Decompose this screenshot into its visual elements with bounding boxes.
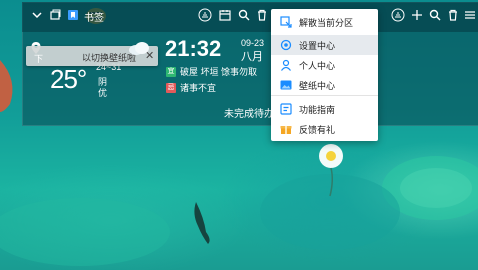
dark-fish	[194, 202, 210, 244]
air-quality: 优	[98, 88, 108, 98]
good-badge: 宜	[166, 66, 176, 77]
menu-item-dissolve[interactable]: 解散当前分区	[271, 12, 378, 32]
menu-divider	[271, 95, 378, 96]
trash-icon[interactable]	[446, 8, 460, 22]
plus-icon[interactable]	[410, 8, 424, 22]
red-fish	[0, 60, 13, 112]
clock-time: 21:32	[165, 36, 222, 61]
fence-title: 书签	[84, 13, 104, 24]
todo-status[interactable]: 未完成待办	[224, 105, 274, 120]
calendar-icon[interactable]	[218, 8, 232, 22]
clock-date: 09-23 八月	[241, 38, 264, 64]
search-icon[interactable]	[428, 8, 442, 22]
bad-badge: 忌	[166, 82, 176, 93]
bookmark-icon[interactable]	[66, 8, 80, 22]
menu-item-label: 壁纸中心	[299, 81, 336, 91]
toast-prefix: 下	[34, 54, 44, 64]
menu-item-label: 设置中心	[299, 41, 336, 51]
menu-item-feedback[interactable]: 反馈有礼	[271, 119, 378, 139]
lotus-leaf-mid	[260, 174, 400, 250]
menu-item-label: 个人中心	[299, 61, 336, 71]
trash-icon[interactable]	[255, 8, 269, 22]
menu-item-settings[interactable]: 设置中心	[271, 35, 378, 55]
lotus-leaf-left	[0, 198, 170, 266]
bad-text: 诸事不宜	[180, 83, 217, 93]
menu-item-guide[interactable]: 功能指南	[271, 99, 378, 119]
gift-icon	[280, 126, 292, 134]
almanac-good: 宜 破屋 坏垣 馀事勿取	[166, 66, 257, 77]
temperature: 25°	[50, 64, 87, 94]
menu-icon[interactable]	[463, 8, 477, 22]
chevron-down-icon[interactable]	[30, 8, 44, 22]
menu-item-label: 功能指南	[299, 105, 336, 115]
user-icon	[281, 59, 291, 71]
good-text: 破屋 坏垣 馀事勿取	[180, 67, 258, 77]
almanac-bad: 忌 诸事不宜	[166, 82, 216, 93]
menu-item-profile[interactable]: 个人中心	[271, 55, 378, 75]
guide-icon	[280, 103, 292, 115]
settings-icon	[280, 39, 292, 51]
cleanup-icon[interactable]	[198, 8, 212, 22]
search-icon[interactable]	[237, 8, 251, 22]
menu-item-wallpaper[interactable]: 壁纸中心	[271, 75, 378, 95]
wallpaper-icon	[280, 80, 292, 90]
dissolve-icon	[280, 16, 292, 28]
cloud-icon	[129, 42, 149, 55]
menu-item-label: 反馈有礼	[299, 125, 336, 135]
date-value: 09-23	[241, 38, 265, 48]
window-icon[interactable]	[48, 8, 62, 22]
lunar-date: 八月	[241, 51, 263, 63]
cleanup-icon[interactable]	[391, 8, 405, 22]
menu-item-label: 解散当前分区	[299, 18, 354, 28]
